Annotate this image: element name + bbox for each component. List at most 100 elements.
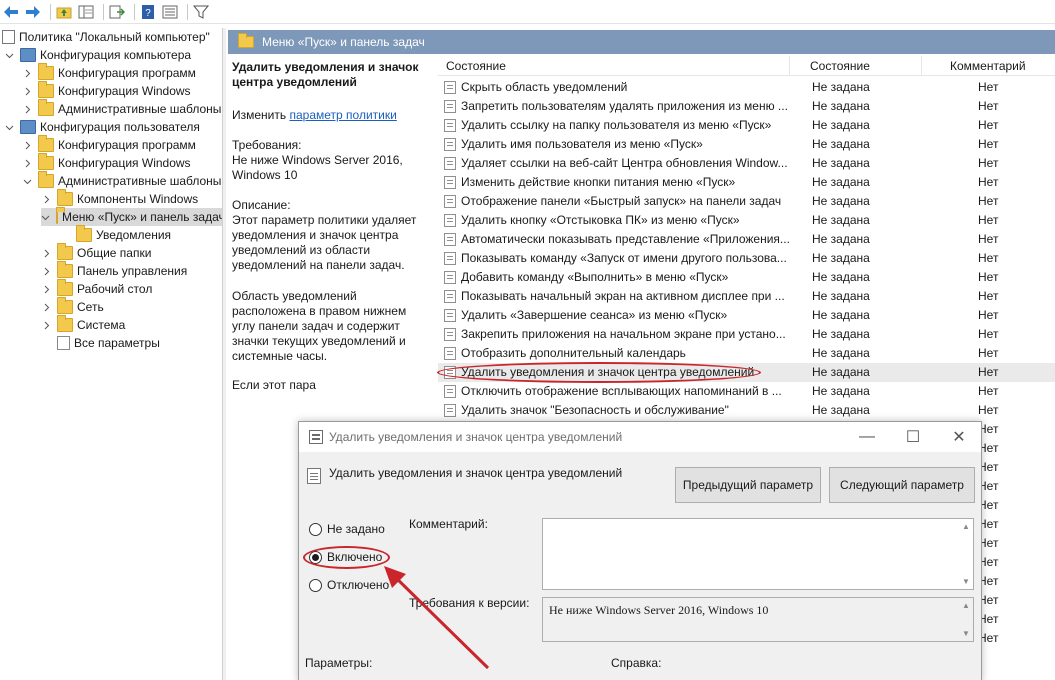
chevron-right-icon[interactable] <box>41 248 51 258</box>
table-row[interactable]: Отключить отображение всплывающих напоми… <box>438 382 1055 401</box>
table-row[interactable]: Показывать команду «Запуск от имени друг… <box>438 249 1055 268</box>
tree-node-control-panel[interactable]: Панель управления <box>41 261 187 280</box>
user-icon <box>20 120 36 134</box>
chevron-down-icon[interactable] <box>41 212 50 222</box>
table-row[interactable]: Удалить уведомления и значок центра увед… <box>438 363 1055 382</box>
next-setting-button[interactable]: Следующий параметр <box>829 467 975 503</box>
table-row[interactable]: Удаляет ссылки на веб-сайт Центра обновл… <box>438 154 1055 173</box>
comment-textarea[interactable]: ▲ ▼ <box>542 518 974 590</box>
table-row[interactable]: Автоматически показывать представление «… <box>438 230 1055 249</box>
table-row[interactable]: Удалить значок "Безопасность и обслужива… <box>438 401 1055 420</box>
scrollbar[interactable]: ▲ ▼ <box>959 598 973 641</box>
chevron-right-icon[interactable] <box>41 320 51 330</box>
filter-icon[interactable] <box>192 3 210 21</box>
setting-name: Удалить имя пользователя из меню «Пуск» <box>461 137 703 151</box>
chevron-down-icon[interactable] <box>22 176 32 186</box>
tree-node-cc-windows[interactable]: Конфигурация Windows <box>22 81 191 100</box>
tree-node-shared-folders[interactable]: Общие папки <box>41 243 151 262</box>
tree-node-win-components[interactable]: Компоненты Windows <box>41 189 198 208</box>
minimize-button[interactable]: — <box>844 422 890 452</box>
policy-setting-icon <box>444 176 456 189</box>
back-arrow-icon[interactable] <box>2 3 20 21</box>
folder-icon <box>38 135 54 152</box>
chevron-down-icon[interactable] <box>4 50 14 60</box>
tree-node-system[interactable]: Система <box>41 315 125 334</box>
chevron-right-icon[interactable] <box>41 302 51 312</box>
tree-node-uc-windows[interactable]: Конфигурация Windows <box>22 153 191 172</box>
setting-comment: Нет <box>978 289 999 303</box>
radio-not-configured[interactable]: Не задано <box>309 522 385 536</box>
tree-node-desktop[interactable]: Рабочий стол <box>41 279 152 298</box>
table-row[interactable]: Удалить имя пользователя из меню «Пуск» Н… <box>438 135 1055 154</box>
table-row[interactable]: Показывать начальный экран на активном д… <box>438 287 1055 306</box>
table-row[interactable]: Отображение панели «Быстрый запуск» на п… <box>438 192 1055 211</box>
table-row[interactable]: Удалить ссылку на папку пользователя из … <box>438 116 1055 135</box>
setting-comment: Нет <box>978 194 999 208</box>
tree-node-computer-config[interactable]: Конфигурация компьютера <box>4 46 191 64</box>
toolbar-separator <box>187 3 188 20</box>
table-row[interactable]: Отобразить дополнительный календарь Не за… <box>438 344 1055 363</box>
setting-comment: Нет <box>978 156 999 170</box>
tree-node-notifications[interactable]: Уведомления <box>76 225 171 244</box>
policy-tree: Политика "Локальный компьютер" Конфигура… <box>0 28 222 680</box>
setting-name: Отобразить дополнительный календарь <box>461 346 686 360</box>
maximize-button[interactable]: ☐ <box>890 422 936 452</box>
properties-icon[interactable] <box>161 3 179 21</box>
column-header-setting[interactable]: Состояние <box>446 59 506 73</box>
tree-node-cc-programs[interactable]: Конфигурация программ <box>22 63 196 82</box>
scrollbar[interactable]: ▲ ▼ <box>959 519 973 589</box>
radio-button[interactable] <box>309 522 322 536</box>
show-hide-tree-icon[interactable] <box>77 3 95 21</box>
policy-setting-icon <box>444 328 456 341</box>
tree-node-network[interactable]: Сеть <box>41 297 104 316</box>
chevron-down-icon[interactable] <box>4 122 14 132</box>
table-row[interactable]: Удалить «Завершение сеанса» из меню «Пус… <box>438 306 1055 325</box>
tree-node-label: Конфигурация программ <box>58 66 196 80</box>
tree-node-root[interactable]: Политика "Локальный компьютер" <box>2 28 210 46</box>
setting-comment: Нет <box>978 175 999 189</box>
close-button[interactable]: ✕ <box>936 422 982 452</box>
help-icon[interactable]: ? <box>139 3 157 21</box>
pane-splitter[interactable] <box>222 28 226 680</box>
column-header-comment[interactable]: Комментарий <box>950 59 1026 73</box>
setting-name: Скрыть область уведомлений <box>461 80 628 94</box>
tree-node-start-menu[interactable]: Меню «Пуск» и панель задач <box>41 207 222 226</box>
table-row[interactable]: Скрыть область уведомлений Не задана Нет <box>438 78 1055 97</box>
tree-node-user-config[interactable]: Конфигурация пользователя <box>4 118 200 136</box>
table-row[interactable]: Запретить пользователям удалять приложен… <box>438 97 1055 116</box>
tree-node-cc-admin[interactable]: Административные шаблоны <box>22 99 221 118</box>
radio-disabled[interactable]: Отключено <box>309 578 389 592</box>
column-divider[interactable] <box>921 56 922 76</box>
tree-node-uc-programs[interactable]: Конфигурация программ <box>22 135 196 154</box>
setting-state: Не задана <box>812 308 870 322</box>
chevron-right-icon[interactable] <box>22 104 32 114</box>
tree-node-uc-admin[interactable]: Административные шаблоны <box>22 171 221 190</box>
column-divider[interactable] <box>789 56 790 76</box>
forward-arrow-icon[interactable] <box>24 3 42 21</box>
previous-setting-button[interactable]: Предыдущий параметр <box>675 467 821 503</box>
settings-list-icon <box>57 336 70 350</box>
chevron-right-icon[interactable] <box>22 158 32 168</box>
export-list-icon[interactable] <box>108 3 126 21</box>
table-row[interactable]: Удалить кнопку «Отстыковка ПК» из меню «… <box>438 211 1055 230</box>
tree-node-all-settings[interactable]: Все параметры <box>57 334 160 352</box>
folder-icon <box>38 99 54 116</box>
chevron-right-icon[interactable] <box>41 266 51 276</box>
chevron-right-icon[interactable] <box>41 284 51 294</box>
setting-name: Удалить «Завершение сеанса» из меню «Пус… <box>461 308 728 322</box>
table-row[interactable]: Изменить действие кнопки питания меню «П… <box>438 173 1055 192</box>
setting-comment: Нет <box>978 251 999 265</box>
chevron-right-icon[interactable] <box>22 68 32 78</box>
table-row[interactable]: Добавить команду «Выполнить» в меню «Пус… <box>438 268 1055 287</box>
dialog-titlebar[interactable]: Удалить уведомления и значок центра увед… <box>299 422 981 452</box>
table-row[interactable]: Закрепить приложения на начальном экране… <box>438 325 1055 344</box>
edit-policy-link[interactable]: параметр политики <box>289 108 396 122</box>
chevron-right-icon[interactable] <box>22 140 32 150</box>
chevron-right-icon[interactable] <box>22 86 32 96</box>
setting-state: Не задана <box>812 137 870 151</box>
radio-button[interactable] <box>309 578 322 592</box>
up-folder-icon[interactable] <box>55 3 73 21</box>
chevron-right-icon[interactable] <box>41 194 51 204</box>
column-header-state[interactable]: Состояние <box>810 59 870 73</box>
setting-name: Отключить отображение всплывающих напоми… <box>461 384 782 398</box>
